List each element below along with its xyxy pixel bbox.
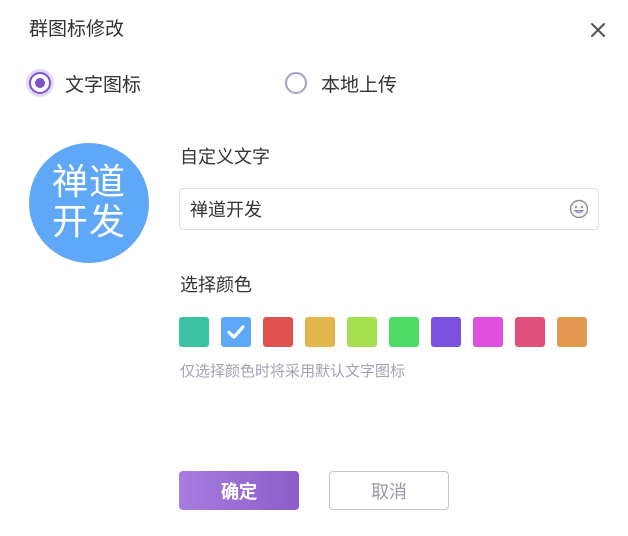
color-swatch[interactable]: [389, 317, 419, 347]
color-swatch[interactable]: [305, 317, 335, 347]
color-swatch[interactable]: [557, 317, 587, 347]
custom-text-field: [179, 188, 599, 230]
radio-checked-icon[interactable]: [29, 72, 51, 94]
dialog-title: 群图标修改: [29, 18, 125, 40]
radio-unchecked-icon[interactable]: [285, 72, 307, 94]
color-hint-text: 仅选择颜色时将采用默认文字图标: [180, 362, 406, 380]
confirm-button[interactable]: 确定: [179, 471, 299, 510]
choose-color-label: 选择颜色: [180, 275, 252, 296]
checkmark-icon: [227, 325, 245, 339]
smiley-icon[interactable]: [569, 199, 589, 219]
color-swatch[interactable]: [179, 317, 209, 347]
radio-local-upload[interactable]: 本地上传: [285, 68, 397, 98]
radio-text-icon-label: 文字图标: [65, 73, 142, 96]
color-swatch[interactable]: [221, 317, 251, 347]
group-avatar-preview: 禅道开发: [29, 143, 149, 263]
color-swatch[interactable]: [473, 317, 503, 347]
close-icon[interactable]: [586, 18, 610, 42]
custom-text-input[interactable]: [190, 189, 560, 229]
custom-text-label: 自定义文字: [180, 147, 270, 168]
radio-text-icon[interactable]: 文字图标: [29, 68, 141, 98]
color-swatch[interactable]: [263, 317, 293, 347]
avatar-text: 禅道开发: [51, 162, 126, 243]
color-swatch[interactable]: [347, 317, 377, 347]
group-icon-dialog: 群图标修改 文字图标 本地上传 禅道开发 自定义文字 选择颜色 仅选择颜色时将采…: [0, 0, 628, 536]
cancel-button[interactable]: 取消: [329, 471, 449, 510]
radio-local-upload-label: 本地上传: [321, 73, 398, 96]
color-swatch[interactable]: [431, 317, 461, 347]
color-swatch[interactable]: [515, 317, 545, 347]
